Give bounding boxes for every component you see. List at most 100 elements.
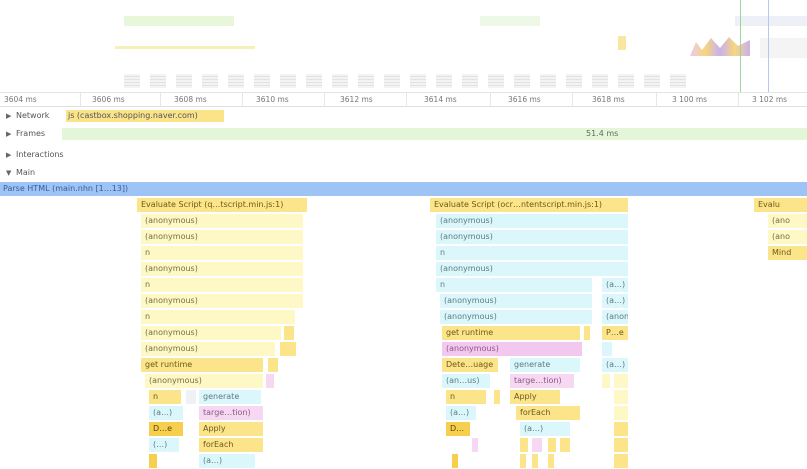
flame-entry[interactable]: (anonymous) xyxy=(145,374,263,388)
flame-entry[interactable] xyxy=(520,438,528,452)
flame-entry[interactable]: (a…) xyxy=(199,454,255,468)
flame-entry[interactable]: (anonymous) xyxy=(141,326,281,340)
frame-thumbnail[interactable] xyxy=(280,74,296,88)
frame-thumbnail[interactable] xyxy=(566,74,582,88)
flame-entry[interactable] xyxy=(614,454,628,468)
flame-entry[interactable]: forEach xyxy=(516,406,580,420)
frame-thumbnail[interactable] xyxy=(358,74,374,88)
flame-entry[interactable]: (…) xyxy=(149,438,179,452)
evaluate-script-entry[interactable]: Evaluate Script (ocr…ntentscript.min.js:… xyxy=(430,198,628,212)
flame-entry[interactable]: (anonymous) xyxy=(141,262,303,276)
flame-entry[interactable] xyxy=(520,454,526,468)
flame-entry[interactable] xyxy=(548,454,554,468)
frame-thumbnail[interactable] xyxy=(124,74,140,88)
flame-entry[interactable]: (anonymous) xyxy=(436,230,628,244)
flame-entry[interactable]: Dete…uage xyxy=(442,358,498,372)
frame-thumbnail[interactable] xyxy=(540,74,556,88)
interactions-track-header[interactable]: ▶ Interactions xyxy=(6,147,64,163)
evaluate-script-entry[interactable]: Evaluate Script (q…tscript.min.js:1) xyxy=(137,198,307,212)
frame-thumbnail[interactable] xyxy=(436,74,452,88)
flame-entry[interactable]: (anonymous) xyxy=(141,294,303,308)
flame-entry[interactable]: (ano xyxy=(768,230,807,244)
main-track[interactable]: ▼ Main xyxy=(0,165,807,181)
flame-entry[interactable] xyxy=(614,374,628,388)
flame-entry[interactable]: Apply xyxy=(199,422,263,436)
flame-entry[interactable]: (anonymous) xyxy=(436,214,628,228)
frame-thumbnail[interactable] xyxy=(150,74,166,88)
frame-thumbnail[interactable] xyxy=(514,74,530,88)
flame-entry[interactable]: (anonymous) xyxy=(440,294,592,308)
flame-entry[interactable]: D…e xyxy=(149,422,183,436)
flame-entry[interactable]: generate xyxy=(510,358,580,372)
flame-entry[interactable]: targe…tion) xyxy=(510,374,574,388)
flame-entry[interactable]: n xyxy=(141,246,303,260)
get-runtime-entry[interactable]: get runtime xyxy=(442,326,580,340)
network-request-bar[interactable]: js (castbox.shopping.naver.com) xyxy=(66,110,224,122)
flame-entry[interactable]: n xyxy=(436,246,628,260)
flame-entry[interactable]: (a…) xyxy=(520,422,570,436)
flame-entry[interactable] xyxy=(602,342,612,356)
flame-entry[interactable]: n xyxy=(141,278,303,292)
flame-entry[interactable]: (anonymous) xyxy=(442,342,582,356)
flame-entry[interactable]: (anonymous) xyxy=(440,310,592,324)
flame-entry[interactable]: n xyxy=(149,390,181,404)
frames-track[interactable]: ▶ Frames 51.4 ms xyxy=(0,126,807,142)
frame-thumbnail[interactable] xyxy=(618,74,634,88)
flame-entry[interactable] xyxy=(614,438,628,452)
get-runtime-entry[interactable]: get runtime xyxy=(141,358,263,372)
flame-entry[interactable] xyxy=(614,422,628,436)
flame-entry[interactable]: n xyxy=(141,310,295,324)
flame-entry[interactable]: Apply xyxy=(510,390,560,404)
frame-thumbnail[interactable] xyxy=(462,74,478,88)
frame-thumbnail[interactable] xyxy=(254,74,270,88)
flame-entry[interactable] xyxy=(149,454,157,468)
flame-entry[interactable] xyxy=(452,454,458,468)
flame-entry[interactable]: Mind xyxy=(768,246,807,260)
flame-entry[interactable]: forEach xyxy=(199,438,263,452)
flame-entry[interactable]: (ano xyxy=(768,214,807,228)
evaluate-script-entry[interactable]: Evalu xyxy=(754,198,807,212)
flame-entry[interactable] xyxy=(584,326,590,340)
flame-entry[interactable]: targe…tion) xyxy=(199,406,263,420)
frame-thumbnail[interactable] xyxy=(488,74,504,88)
flame-entry[interactable]: P…e xyxy=(602,326,628,340)
expand-triangle-icon[interactable]: ▶ xyxy=(6,147,16,163)
timeline-overview[interactable] xyxy=(0,0,807,93)
frames-track-header[interactable]: ▶ Frames xyxy=(6,126,45,142)
expand-triangle-icon[interactable]: ▶ xyxy=(6,108,16,124)
flame-entry[interactable] xyxy=(472,438,478,452)
flame-entry[interactable] xyxy=(266,374,274,388)
interactions-track[interactable]: ▶ Interactions xyxy=(0,147,807,163)
flame-entry[interactable] xyxy=(284,326,294,340)
frame-thumbnail[interactable] xyxy=(644,74,660,88)
flame-entry[interactable]: (anonymous) xyxy=(141,214,303,228)
collapse-triangle-icon[interactable]: ▼ xyxy=(6,165,16,181)
flame-entry[interactable]: (an…us) xyxy=(442,374,490,388)
frame-thumbnail[interactable] xyxy=(306,74,322,88)
flame-entry[interactable] xyxy=(548,438,556,452)
flame-entry[interactable] xyxy=(602,374,610,388)
network-track-header[interactable]: ▶ Network xyxy=(6,108,49,124)
flame-entry[interactable]: n xyxy=(436,278,592,292)
flame-entry[interactable]: generate xyxy=(199,390,261,404)
flame-entry[interactable] xyxy=(614,390,628,404)
expand-triangle-icon[interactable]: ▶ xyxy=(6,126,16,142)
flame-entry[interactable]: D… xyxy=(446,422,470,436)
frame-bar[interactable] xyxy=(62,128,807,140)
flame-entry[interactable]: (a…) xyxy=(446,406,476,420)
flame-entry[interactable]: (anon xyxy=(602,310,628,324)
flame-entry[interactable] xyxy=(532,454,538,468)
flame-entry[interactable] xyxy=(560,438,570,452)
frame-thumbnail[interactable] xyxy=(384,74,400,88)
flame-entry[interactable] xyxy=(186,390,196,404)
flame-entry[interactable] xyxy=(280,342,296,356)
frame-thumbnail[interactable] xyxy=(228,74,244,88)
flame-entry[interactable]: (anonymous) xyxy=(141,342,275,356)
frame-thumbnail[interactable] xyxy=(592,74,608,88)
frame-thumbnail[interactable] xyxy=(176,74,192,88)
network-track[interactable]: ▶ Network js (castbox.shopping.naver.com) xyxy=(0,108,807,124)
parse-html-task[interactable]: Parse HTML (main.nhn [1…13]) xyxy=(0,182,807,196)
flame-entry[interactable]: (a…) xyxy=(602,358,628,372)
frame-thumbnail[interactable] xyxy=(410,74,426,88)
flame-entry[interactable]: (a…) xyxy=(149,406,183,420)
